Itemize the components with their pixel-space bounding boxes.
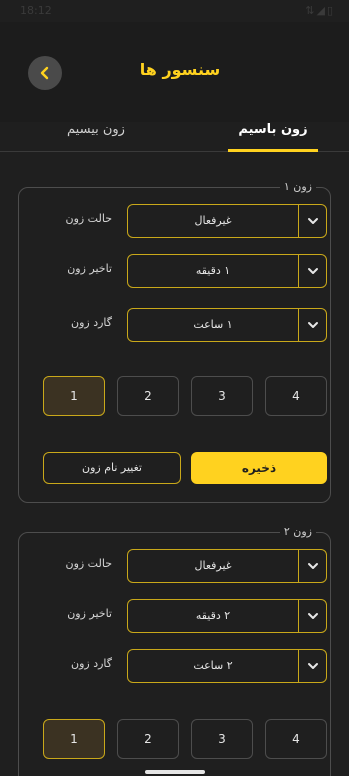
save-button[interactable]: ذخیره (191, 452, 327, 484)
zone-number-3[interactable]: 3 (191, 376, 253, 416)
zone-guard-select[interactable]: ۱ ساعت (127, 308, 327, 342)
back-button[interactable] (28, 56, 62, 90)
tab-wireless-zones[interactable]: زون بیسیم (46, 122, 146, 152)
zone-number-4[interactable]: 4 (265, 376, 327, 416)
zone-delay-label: تاخیر زون (67, 607, 112, 620)
chevron-down-icon (298, 600, 326, 632)
zone-card-2: زون ۲ حالت زون غیرفعال تاخیر زون ۲ دقیقه… (18, 525, 332, 776)
zone-guard-row: گارد زون ۱ ساعت (19, 308, 332, 342)
zone-delay-row: تاخیر زون ۱ دقیقه (19, 254, 332, 288)
zone-delay-select[interactable]: ۲ دقیقه (127, 599, 327, 633)
zone-mode-value: غیرفعال (194, 214, 232, 227)
zone-mode-select[interactable]: غیرفعال (127, 549, 327, 583)
chevron-down-icon (298, 255, 326, 287)
zone-mode-label: حالت زون (65, 557, 112, 570)
chevron-down-icon (298, 550, 326, 582)
home-indicator (145, 770, 205, 774)
status-time: 18:12 (20, 4, 52, 17)
zone-legend: زون ۱ (279, 180, 316, 193)
zone-guard-value: ۱ ساعت (193, 318, 233, 331)
chevron-down-icon (298, 650, 326, 682)
zone-guard-select[interactable]: ۲ ساعت (127, 649, 327, 683)
chevron-down-icon (298, 205, 326, 237)
zone-mode-value: غیرفعال (194, 559, 232, 572)
tab-wired-zones[interactable]: زون باسیم (228, 122, 318, 152)
zone-number-selector: 1 2 3 4 (43, 376, 327, 416)
zone-card-1: زون ۱ حالت زون غیرفعال تاخیر زون ۱ دقیقه… (18, 180, 332, 503)
zone-delay-row: تاخیر زون ۲ دقیقه (19, 599, 332, 633)
zone-guard-row: گارد زون ۲ ساعت (19, 649, 332, 683)
page-title: سنسور ها (139, 60, 221, 79)
zone-number-1[interactable]: 1 (43, 719, 105, 759)
zone-delay-label: تاخیر زون (67, 262, 112, 275)
zone-number-selector: 1 2 3 4 (43, 719, 327, 759)
zone-delay-select[interactable]: ۱ دقیقه (127, 254, 327, 288)
chevron-left-icon (40, 66, 49, 80)
zone-number-4[interactable]: 4 (265, 719, 327, 759)
header: سنسور ها (0, 22, 349, 122)
rename-zone-button[interactable]: تغییر نام زون (43, 452, 181, 484)
zone-mode-label: حالت زون (65, 212, 112, 225)
zone-delay-value: ۱ دقیقه (195, 264, 231, 277)
zone-actions: تغییر نام زون ذخیره (43, 452, 327, 484)
zone-guard-value: ۲ ساعت (193, 659, 233, 672)
tab-bar: زون باسیم زون بیسیم (0, 122, 349, 152)
zone-mode-row: حالت زون غیرفعال (19, 549, 332, 583)
status-bar: 18:12 ⇅◢▯ (0, 0, 349, 22)
zone-mode-row: حالت زون غیرفعال (19, 204, 332, 238)
zone-mode-select[interactable]: غیرفعال (127, 204, 327, 238)
zone-guard-label: گارد زون (71, 316, 112, 329)
chevron-down-icon (298, 309, 326, 341)
zone-guard-label: گارد زون (71, 657, 112, 670)
zone-legend: زون ۲ (279, 525, 316, 538)
zone-number-2[interactable]: 2 (117, 719, 179, 759)
zone-delay-value: ۲ دقیقه (195, 609, 231, 622)
zone-number-1[interactable]: 1 (43, 376, 105, 416)
status-icons: ⇅◢▯ (305, 4, 335, 17)
zone-number-2[interactable]: 2 (117, 376, 179, 416)
zone-number-3[interactable]: 3 (191, 719, 253, 759)
